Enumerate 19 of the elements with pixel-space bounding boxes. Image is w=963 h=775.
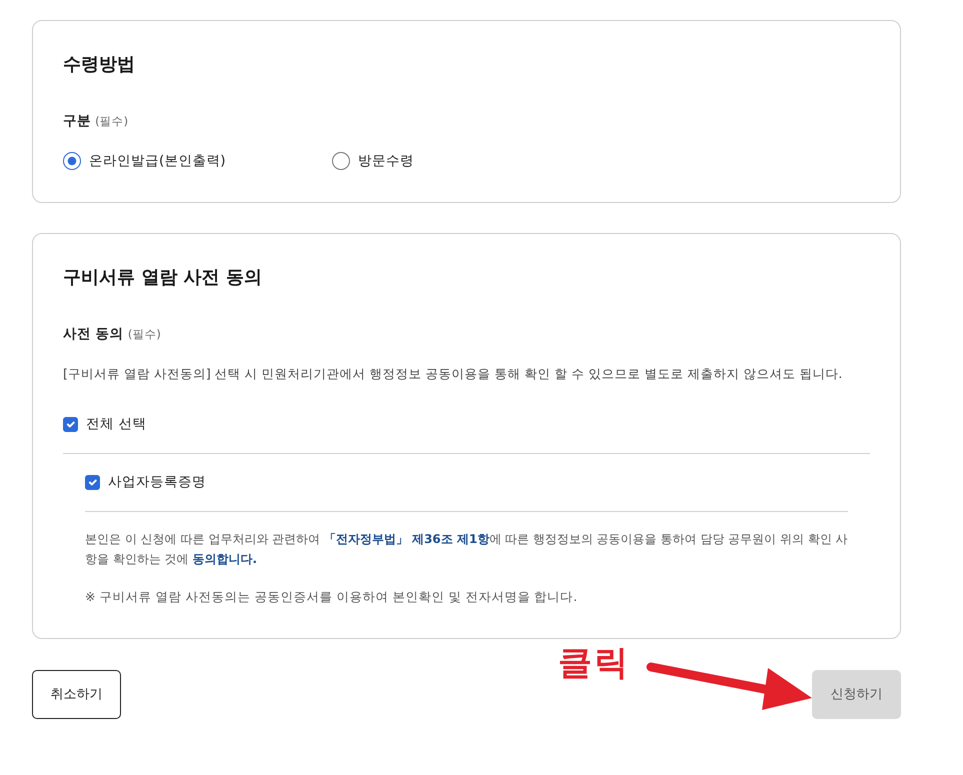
radio-label[interactable]: 온라인발급(본인출력) <box>89 151 226 171</box>
agreement-text: 본인은 이 신청에 따른 업무처리와 관련하여 「전자정부법」 제36조 제1항에 따른 행정정보의 공동이용을 통하여 담당 공무원이 위의 확인 사항을 확인하는 것에 동의합니다. <box>85 531 848 568</box>
field-label: 사전 동의 <box>63 326 124 342</box>
section-title: 수령방법 <box>63 53 136 77</box>
section-title: 구비서류 열람 사전 동의 <box>63 266 263 290</box>
description-text: [구비서류 열람 사전동의] 선택 시 민원처리기관에서 행정정보 공동이용을 통해 확인 할 수 있으므로 별도로 제출하지 않으셔도 됩니다. <box>63 365 844 383</box>
note-text: ※ 구비서류 열람 사전동의는 공동인증서를 이용하여 본인확인 및 전자서명을 합니다. <box>85 588 578 606</box>
checkbox[interactable] <box>63 416 78 432</box>
cancel-button[interactable]: 취소하기 <box>32 670 121 719</box>
select-all-label[interactable]: 전체 선택 <box>86 414 146 434</box>
required-mark: (필수) <box>95 114 128 128</box>
annotation-text: 클릭 <box>558 646 630 680</box>
radio-label[interactable]: 방문수령 <box>358 151 414 171</box>
field-label: 구분 <box>63 113 91 129</box>
required-mark: (필수) <box>128 327 161 341</box>
radio-button[interactable] <box>63 152 81 170</box>
radio-button[interactable] <box>332 152 350 170</box>
checkbox[interactable] <box>85 474 100 490</box>
document-label[interactable]: 사업자등록증명 <box>108 472 206 492</box>
